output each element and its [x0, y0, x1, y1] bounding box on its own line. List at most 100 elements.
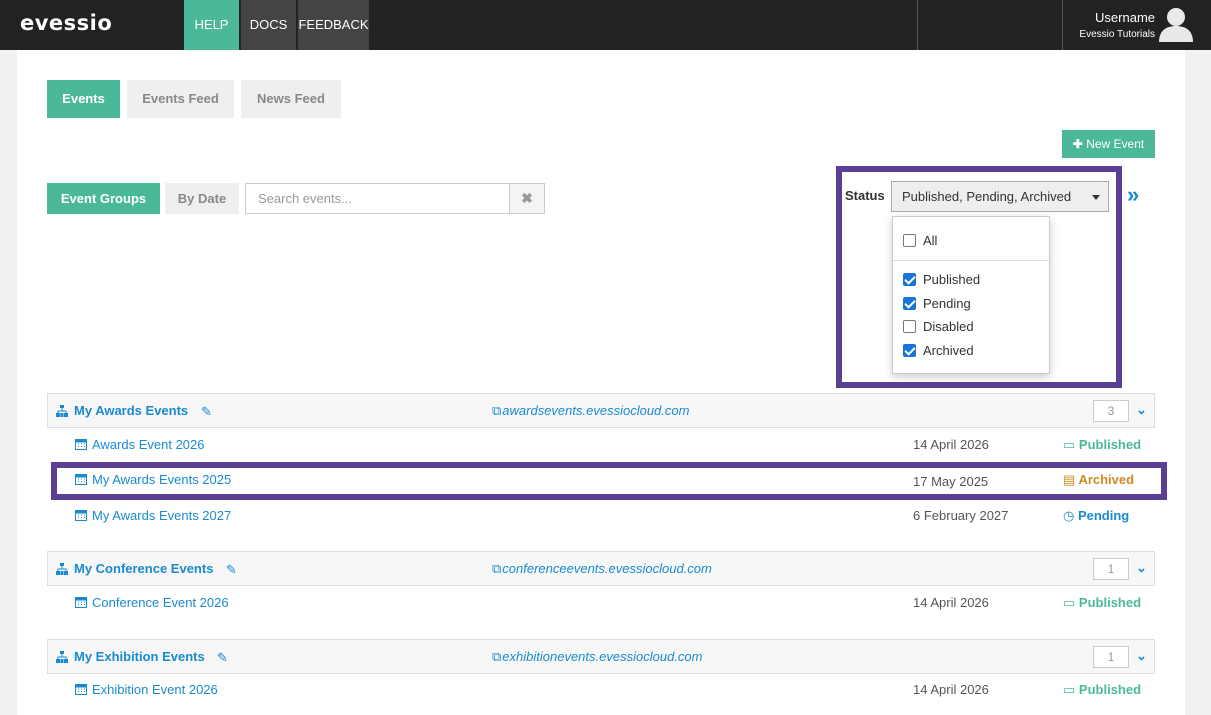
external-link-icon: ⧉ — [492, 561, 502, 576]
event-name[interactable]: Conference Event 2026 — [92, 595, 229, 610]
external-link-icon: ⧉ — [492, 649, 502, 664]
option-label: All — [923, 233, 938, 248]
user-subtitle: Evessio Tutorials — [1079, 29, 1155, 40]
status-text: Archived — [1078, 472, 1135, 487]
event-row[interactable]: Exhibition Event 2026 14 April 2026 ▭ Pu… — [47, 674, 1155, 706]
caret-down-icon — [1092, 195, 1100, 200]
event-date: 14 April 2026 — [913, 682, 989, 697]
status-text: Published — [1078, 437, 1142, 452]
status-badge: ▭ Published — [1063, 682, 1141, 698]
chevron-down-icon[interactable]: ⌄ — [1136, 402, 1147, 418]
calendar-icon — [75, 597, 87, 608]
status-option-published[interactable]: Published — [903, 271, 980, 291]
status-option-archived[interactable]: Archived — [903, 342, 974, 362]
event-name[interactable]: My Awards Events 2025 — [92, 472, 231, 487]
sitemap-icon — [56, 651, 68, 663]
event-date: 14 April 2026 — [913, 595, 989, 610]
status-badge: ◷ Pending — [1063, 508, 1129, 524]
status-text: Pending — [1077, 508, 1130, 523]
group-url-link[interactable]: ⧉conferenceevents.evessiocloud.com — [492, 561, 712, 577]
nav-docs[interactable]: DOCS — [241, 0, 296, 50]
event-name[interactable]: My Awards Events 2027 — [92, 508, 231, 523]
checkbox[interactable] — [903, 297, 916, 311]
archive-icon: ▤ — [1063, 472, 1076, 487]
status-text: Published — [1078, 595, 1142, 610]
divider — [893, 260, 1049, 261]
status-selected-value: Published, Pending, Archived — [902, 189, 1072, 204]
option-label: Disabled — [923, 319, 974, 334]
event-row[interactable]: My Awards Events 2027 6 February 2027 ◷ … — [47, 500, 1155, 532]
option-label: Published — [923, 272, 981, 287]
event-row[interactable]: Conference Event 2026 14 April 2026 ▭ Pu… — [47, 587, 1155, 619]
calendar-icon — [75, 684, 87, 695]
nav-divider — [1062, 0, 1063, 50]
top-navigation-bar: evessio HELP DOCS FEEDBACK Username Eves… — [0, 0, 1211, 50]
pencil-icon[interactable]: ✎ — [226, 562, 237, 578]
status-label: Status — [845, 188, 885, 203]
pencil-icon[interactable]: ✎ — [201, 404, 212, 420]
monitor-icon: ▭ — [1063, 437, 1076, 452]
calendar-icon — [75, 439, 87, 450]
status-option-disabled[interactable]: Disabled — [903, 318, 974, 338]
chevron-down-icon[interactable]: ⌄ — [1136, 560, 1147, 576]
pencil-icon[interactable]: ✎ — [217, 650, 228, 666]
option-label: Pending — [923, 296, 971, 311]
group-url: conferenceevents.evessiocloud.com — [502, 561, 712, 576]
nav-help[interactable]: HELP — [184, 0, 239, 50]
event-group-exhibition[interactable]: My Exhibition Events ✎ ⧉exhibitionevents… — [47, 639, 1155, 674]
event-group-conference[interactable]: My Conference Events ✎ ⧉conferenceevents… — [47, 551, 1155, 586]
group-url: exhibitionevents.evessiocloud.com — [502, 649, 703, 664]
tab-events-feed[interactable]: Events Feed — [127, 80, 234, 118]
status-text: Published — [1078, 682, 1142, 697]
group-event-count: 1 — [1093, 646, 1129, 668]
double-chevron-right-icon[interactable]: » — [1127, 182, 1139, 208]
search-input[interactable] — [245, 183, 510, 214]
nav-feedback[interactable]: FEEDBACK — [298, 0, 369, 50]
tab-news-feed[interactable]: News Feed — [241, 80, 341, 118]
group-url-link[interactable]: ⧉exhibitionevents.evessiocloud.com — [492, 649, 702, 665]
status-option-all[interactable]: All — [903, 232, 937, 252]
status-badge: ▭ Published — [1063, 595, 1141, 611]
external-link-icon: ⧉ — [492, 403, 502, 418]
group-title[interactable]: My Conference Events — [74, 561, 213, 576]
group-url-link[interactable]: ⧉awardsevents.evessiocloud.com — [492, 403, 689, 419]
event-date: 6 February 2027 — [913, 508, 1009, 523]
event-date: 17 May 2025 — [913, 474, 989, 489]
monitor-icon: ▭ — [1063, 595, 1076, 610]
user-avatar-icon[interactable] — [1157, 4, 1195, 42]
tab-events[interactable]: Events — [47, 80, 120, 118]
calendar-icon — [75, 474, 87, 485]
group-event-count: 3 — [1093, 400, 1129, 422]
new-event-label: New Event — [1086, 137, 1145, 151]
event-row[interactable]: My Awards Events 2025 17 May 2025 ▤ Arch… — [47, 464, 1155, 496]
user-name[interactable]: Username — [1095, 10, 1155, 25]
app-logo[interactable]: evessio — [20, 11, 112, 35]
checkbox[interactable] — [903, 344, 916, 358]
status-option-pending[interactable]: Pending — [903, 295, 971, 315]
nav-divider — [917, 0, 918, 50]
checkbox[interactable] — [903, 273, 916, 287]
status-badge: ▤ Archived — [1063, 472, 1134, 488]
calendar-icon — [75, 510, 87, 521]
sitemap-icon — [56, 405, 68, 417]
new-event-button[interactable]: ✚ New Event — [1062, 130, 1155, 158]
event-row[interactable]: Awards Event 2026 14 April 2026 ▭ Publis… — [47, 429, 1155, 461]
clock-icon: ◷ — [1063, 508, 1075, 523]
status-badge: ▭ Published — [1063, 437, 1141, 453]
event-groups-toggle[interactable]: Event Groups — [47, 183, 160, 214]
monitor-icon: ▭ — [1063, 682, 1076, 697]
event-name[interactable]: Exhibition Event 2026 — [92, 682, 218, 697]
option-label: Archived — [923, 343, 974, 358]
event-name[interactable]: Awards Event 2026 — [92, 437, 205, 452]
status-dropdown: All Published Pending Disabled Archived — [892, 216, 1050, 374]
close-icon[interactable]: ✖ — [509, 183, 545, 214]
by-date-toggle[interactable]: By Date — [165, 183, 239, 214]
group-title[interactable]: My Exhibition Events — [74, 649, 205, 664]
event-group-awards[interactable]: My Awards Events ✎ ⧉awardsevents.evessio… — [47, 393, 1155, 428]
group-title[interactable]: My Awards Events — [74, 403, 188, 418]
sitemap-icon — [56, 563, 68, 575]
checkbox[interactable] — [903, 320, 916, 334]
checkbox[interactable] — [903, 234, 916, 248]
chevron-down-icon[interactable]: ⌄ — [1136, 648, 1147, 664]
status-select[interactable]: Published, Pending, Archived — [891, 181, 1109, 212]
